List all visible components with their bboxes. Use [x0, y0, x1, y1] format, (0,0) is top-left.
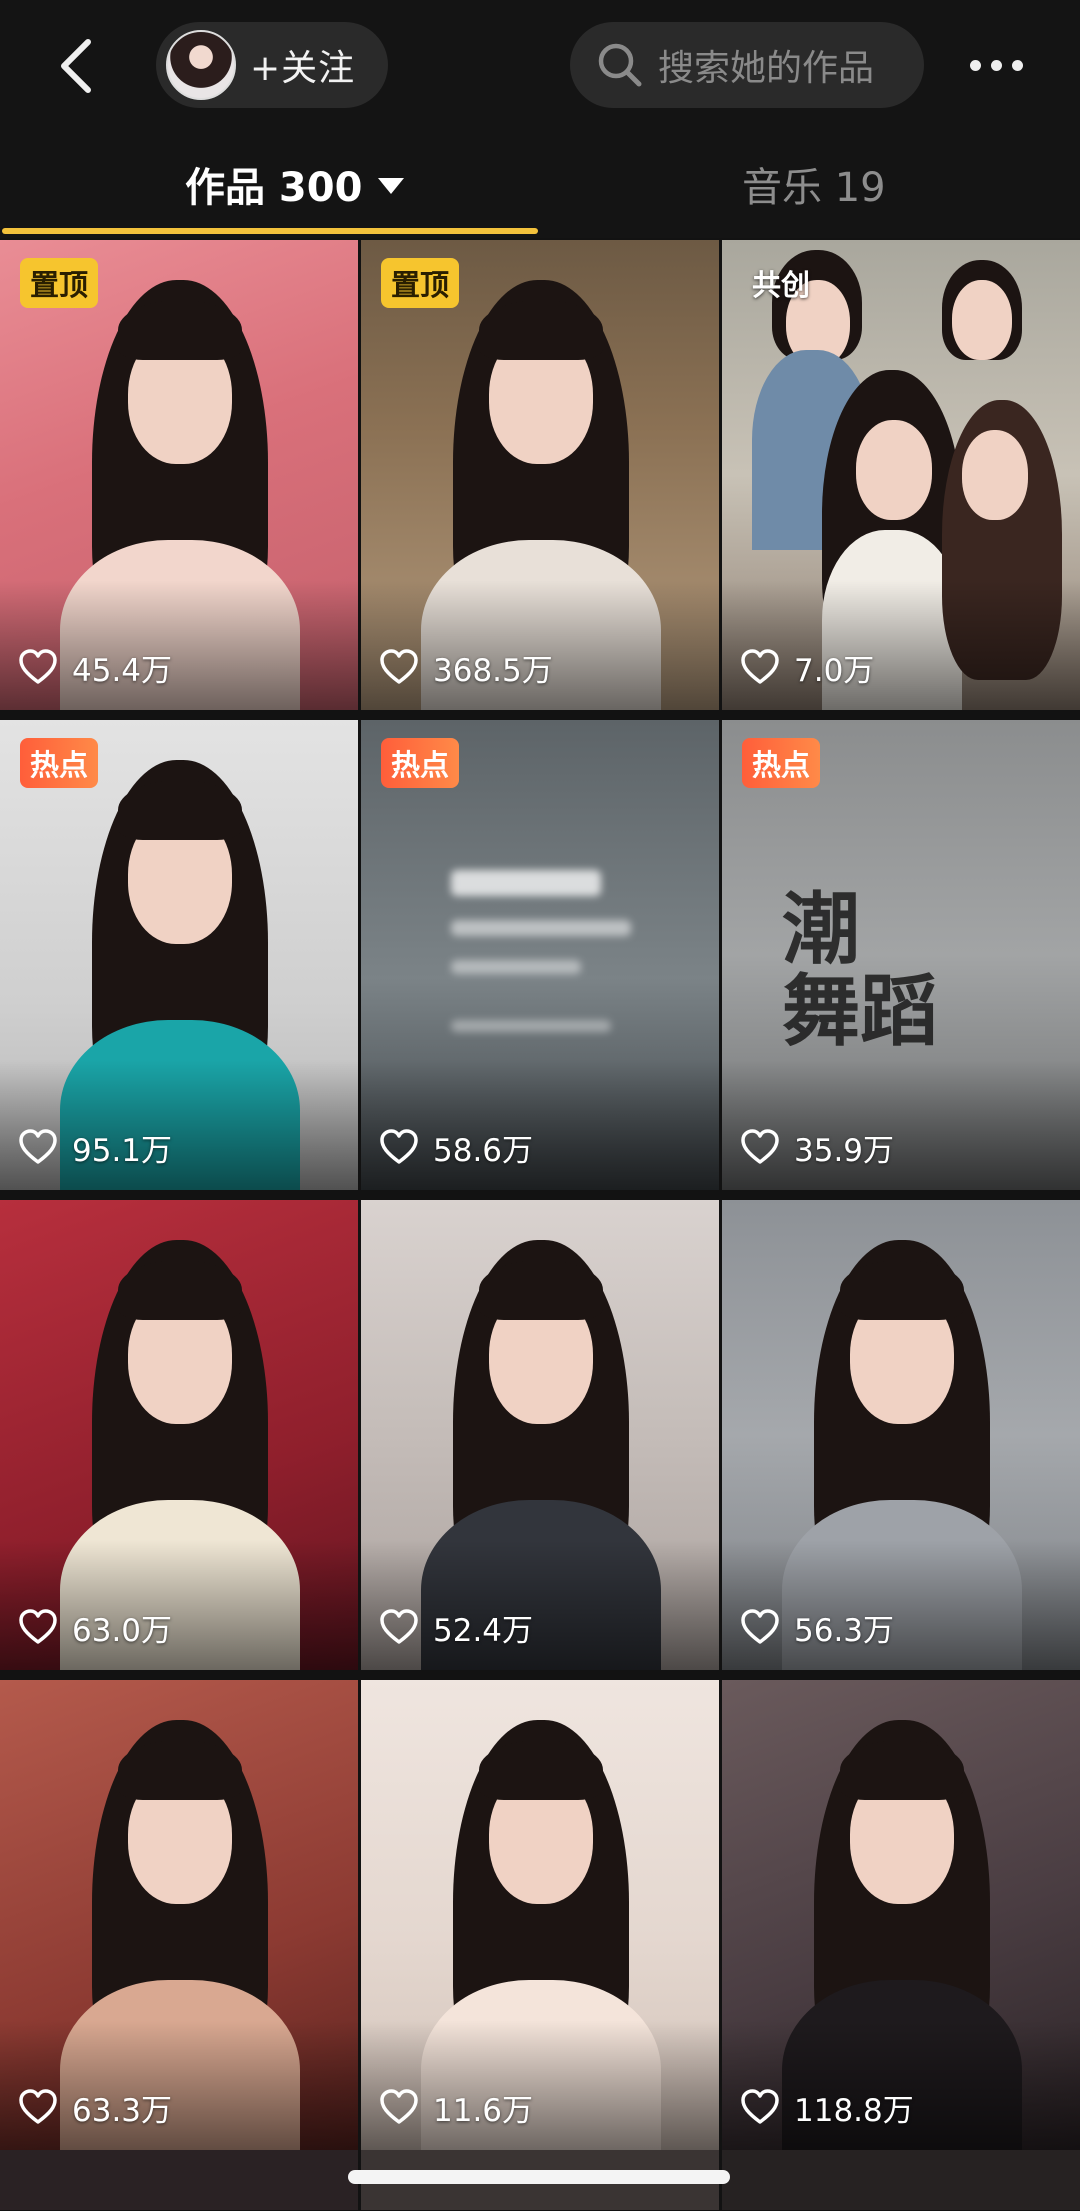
more-options-button[interactable]	[958, 34, 1034, 96]
like-count: 368.5万	[379, 644, 553, 690]
like-count: 63.0万	[18, 1604, 172, 1650]
blurred-text	[451, 960, 581, 974]
follow-label: +关注	[250, 48, 356, 89]
co-creation-badge: 共创	[752, 268, 811, 302]
tab-music[interactable]: 音乐 19	[742, 130, 886, 238]
poster-title: 潮 舞蹈	[782, 885, 939, 1057]
heart-icon	[741, 1609, 779, 1644]
like-count: 95.1万	[18, 1124, 172, 1170]
heart-icon	[19, 1609, 57, 1644]
follow-button[interactable]: +关注	[156, 22, 388, 108]
like-count-text: 118.8万	[794, 2092, 914, 2129]
more-dot-icon	[969, 59, 981, 71]
heart-icon	[741, 2089, 779, 2124]
like-count: 11.6万	[379, 2084, 533, 2130]
heart-icon	[380, 1609, 418, 1644]
tab-works-label: 作品 300	[185, 165, 363, 211]
like-count-text: 63.3万	[72, 2092, 173, 2129]
more-dot-icon	[990, 59, 1002, 71]
heart-icon	[380, 649, 418, 684]
like-count: 56.3万	[740, 1604, 894, 1650]
video-tile-partial[interactable]	[0, 2150, 358, 2210]
blurred-text	[451, 870, 601, 896]
video-tile[interactable]: 63.0万	[0, 1200, 358, 1670]
like-count-text: 58.6万	[433, 1132, 534, 1169]
video-tile[interactable]: 56.3万	[722, 1200, 1080, 1670]
heart-icon	[19, 2089, 57, 2124]
search-placeholder: 搜索她的作品	[658, 48, 875, 89]
video-tile[interactable]: 11.6万	[361, 1680, 719, 2150]
heart-icon	[741, 1129, 779, 1164]
trending-badge: 热点	[742, 738, 821, 788]
like-count-text: 35.9万	[794, 1132, 895, 1169]
heart-icon	[380, 1129, 418, 1164]
like-count-text: 45.4万	[72, 652, 173, 689]
video-tile[interactable]: 63.3万	[0, 1680, 358, 2150]
heart-icon	[19, 649, 57, 684]
video-tile[interactable]: 热点 58.6万	[361, 720, 719, 1190]
search-input[interactable]: 搜索她的作品	[570, 22, 924, 108]
like-count: 58.6万	[379, 1124, 533, 1170]
like-count: 7.0万	[740, 644, 874, 690]
video-tile[interactable]: 52.4万	[361, 1200, 719, 1670]
like-count-text: 56.3万	[794, 1612, 895, 1649]
back-button[interactable]	[46, 28, 106, 104]
heart-icon	[19, 1129, 57, 1164]
like-count: 52.4万	[379, 1604, 533, 1650]
like-count-text: 52.4万	[433, 1612, 534, 1649]
like-count: 35.9万	[740, 1124, 894, 1170]
tab-works[interactable]: 作品 300	[185, 130, 405, 238]
video-tile[interactable]: 置顶 368.5万	[361, 240, 719, 710]
heart-icon	[741, 649, 779, 684]
blurred-text	[451, 1020, 611, 1032]
trending-badge: 热点	[20, 738, 99, 788]
like-count-text: 63.0万	[72, 1612, 173, 1649]
tab-active-indicator	[2, 228, 538, 234]
home-indicator[interactable]	[348, 2170, 730, 2184]
tab-music-label: 音乐 19	[742, 165, 886, 211]
video-tile-partial[interactable]	[722, 2150, 1080, 2210]
like-count-text: 368.5万	[433, 652, 553, 689]
video-tile[interactable]: 118.8万	[722, 1680, 1080, 2150]
like-count: 118.8万	[740, 2084, 914, 2130]
video-tile[interactable]: 共创 7.0万	[722, 240, 1080, 710]
trending-badge: 热点	[381, 738, 460, 788]
tab-bar: 作品 300 音乐 19	[0, 130, 1080, 238]
more-dot-icon	[1011, 59, 1023, 71]
pinned-badge: 置顶	[20, 258, 99, 308]
pinned-badge: 置顶	[381, 258, 460, 308]
avatar[interactable]	[166, 30, 236, 100]
video-tile[interactable]: 置顶 45.4万	[0, 240, 358, 710]
top-bar: +关注 搜索她的作品	[0, 0, 1080, 130]
blurred-text	[451, 920, 631, 936]
caret-down-icon[interactable]	[378, 178, 405, 194]
like-count-text: 11.6万	[433, 2092, 534, 2129]
heart-icon	[380, 2089, 418, 2124]
like-count: 63.3万	[18, 2084, 172, 2130]
like-count-text: 7.0万	[794, 652, 875, 689]
like-count: 45.4万	[18, 644, 172, 690]
video-tile[interactable]: 潮 舞蹈 热点 35.9万	[722, 720, 1080, 1190]
search-icon	[598, 43, 642, 87]
video-tile[interactable]: 热点 95.1万	[0, 720, 358, 1190]
like-count-text: 95.1万	[72, 1132, 173, 1169]
chevron-left-icon	[61, 39, 91, 93]
